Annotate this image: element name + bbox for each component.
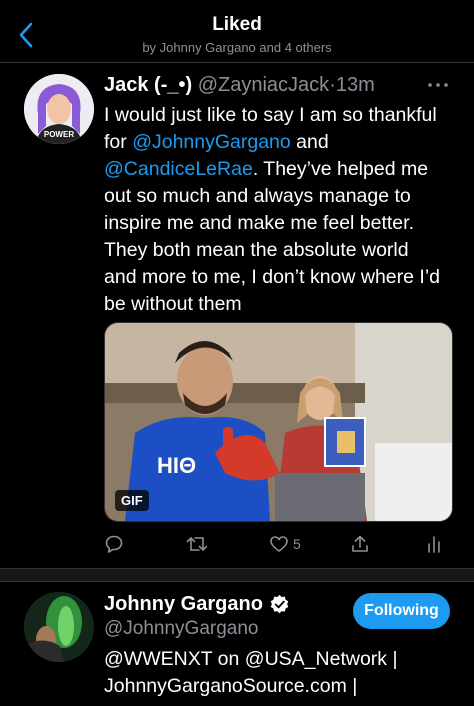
user-name[interactable]: Johnny Gargano <box>104 593 263 616</box>
like-count: 5 <box>293 536 301 552</box>
page-subtitle: by Johnny Gargano and 4 others <box>142 40 332 55</box>
tweet-text-part: . They’ve helped me out so much and alwa… <box>104 158 441 315</box>
avatar-image: POWER <box>24 74 94 144</box>
tweet-gif-media[interactable]: HΙΘ GIF <box>104 322 453 522</box>
gif-badge: GIF <box>115 490 149 511</box>
reply-icon <box>105 535 123 553</box>
user-name-row: Johnny Gargano <box>104 593 290 616</box>
like-icon <box>270 536 288 552</box>
tweet-author-avatar[interactable]: POWER <box>24 74 94 144</box>
tweet-text-part: and <box>290 131 329 153</box>
bio-line: @WWENXT on @USA_Network | <box>104 648 398 670</box>
mention-link[interactable]: @CandiceLeRae <box>104 158 253 180</box>
gif-image: HΙΘ <box>105 323 452 521</box>
tweet-author-handle[interactable]: @ZayniacJack <box>198 74 329 96</box>
share-icon <box>352 535 368 552</box>
page-title: Liked <box>212 14 262 35</box>
avatar-shirt-text: POWER <box>44 130 74 139</box>
reply-button[interactable] <box>104 530 124 558</box>
tweet-actions: 5 <box>104 530 451 558</box>
tweet-time: 13m <box>335 74 375 96</box>
tweet-header: Jack (-_•) @ZayniacJack·13m <box>104 74 375 97</box>
tweet-author-name[interactable]: Jack (-_•) <box>104 74 192 96</box>
analytics-icon <box>428 536 440 553</box>
user-avatar-image <box>24 592 94 662</box>
following-button[interactable]: Following <box>353 593 450 629</box>
bio-line: JohnnyGarganoSource.com | <box>104 675 358 697</box>
mention-link[interactable]: @JohnnyGargano <box>132 131 291 153</box>
like-button[interactable]: 5 <box>269 530 301 558</box>
tweet-text: I would just like to say I am so thankfu… <box>104 102 444 318</box>
section-divider <box>0 568 474 582</box>
user-avatar[interactable] <box>24 592 94 662</box>
user-bio: @WWENXT on @USA_Network | JohnnyGarganoS… <box>104 646 464 700</box>
top-bar: Liked by Johnny Gargano and 4 others <box>0 0 474 63</box>
shirt-text: HΙΘ <box>157 453 196 478</box>
retweet-button[interactable] <box>186 530 208 558</box>
share-button[interactable] <box>350 530 370 558</box>
analytics-button[interactable] <box>424 530 444 558</box>
verified-badge-icon <box>270 594 289 614</box>
meta-separator: · <box>329 74 336 96</box>
retweet-icon <box>186 537 208 551</box>
more-options-icon[interactable] <box>424 80 452 90</box>
user-handle: @JohnnyGargano <box>104 618 259 639</box>
